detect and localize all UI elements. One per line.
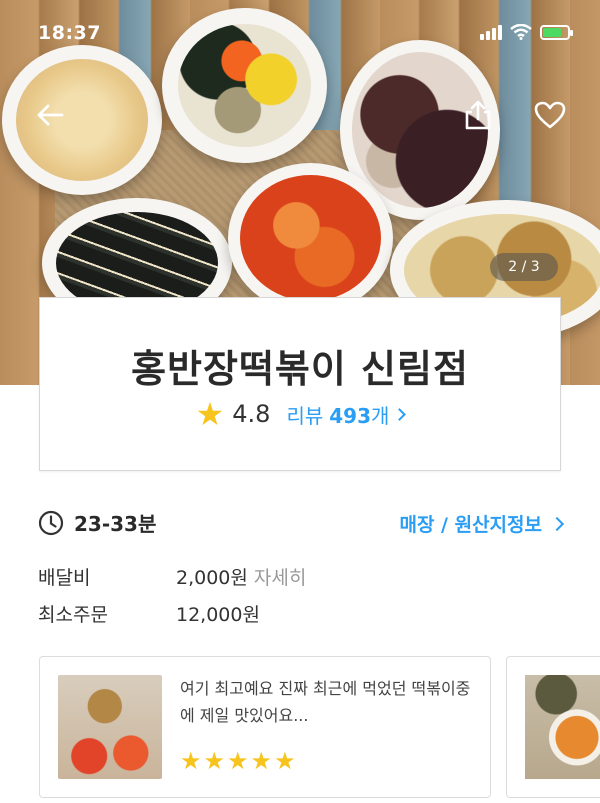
star-icon: ★ [180, 747, 202, 775]
star-icon: ★ [195, 395, 225, 433]
min-order-value: 12,000원 [176, 604, 260, 626]
tteokbokki-dish [228, 163, 393, 313]
star-icon: ★ [203, 747, 226, 775]
status-icons [480, 24, 573, 40]
photo-page-indicator: 2 / 3 [490, 253, 558, 281]
chevron-right-icon [549, 516, 565, 531]
wifi-icon [510, 24, 532, 40]
delivery-time-row: 23-33분 [38, 508, 156, 537]
back-button[interactable] [30, 95, 70, 135]
favorite-button[interactable] [530, 95, 570, 135]
delivery-fee-label: 배달비 [38, 567, 91, 589]
status-time: 18:37 [38, 22, 101, 44]
rice-bowl-dish [162, 8, 327, 163]
store-name: 홍반장떡볶이 신림점 [131, 347, 469, 391]
review-suffix: 개 [371, 403, 390, 428]
review-link[interactable]: 리뷰 493개 [286, 400, 407, 429]
origin-link-label: 매장 / 원산지정보 [399, 514, 542, 536]
review-photo [525, 675, 600, 779]
back-arrow-icon [37, 104, 64, 126]
review-count: 493 [329, 403, 371, 428]
review-prefix: 리뷰 [286, 403, 324, 428]
review-text: 여기 최고예요 진짜 최근에 먹었던 떡볶이중에 제일 맛있어요... [180, 679, 471, 725]
rating-row: ★ 4.8 리뷰 493개 [40, 398, 560, 430]
review-stars: ★ ★ ★ ★ ★ [180, 747, 296, 775]
delivery-fee-detail-link[interactable]: 자세히 [254, 563, 306, 590]
min-order-label: 최소주문 [38, 604, 108, 626]
share-button[interactable] [458, 95, 498, 135]
chevron-right-icon [393, 407, 407, 421]
store-title-card: 홍반장떡볶이 신림점 ★ 4.8 리뷰 493개 [39, 297, 561, 471]
store-origin-info-link[interactable]: 매장 / 원산지정보 [399, 510, 565, 537]
signal-icon [480, 24, 502, 40]
star-icon: ★ [250, 747, 273, 775]
review-card[interactable] [506, 656, 600, 798]
review-photo [58, 675, 162, 779]
min-order-row: 최소주문 12,000원 [38, 600, 260, 627]
delivery-fee-value: 2,000원 [176, 567, 248, 589]
star-icon: ★ [274, 747, 296, 775]
heart-icon [534, 101, 566, 129]
clock-icon [38, 510, 64, 535]
soup-dish [2, 45, 162, 195]
star-icon: ★ [227, 747, 249, 775]
share-icon [465, 100, 491, 130]
delivery-time: 23-33분 [74, 512, 157, 536]
battery-icon [540, 24, 573, 40]
review-card[interactable]: 여기 최고예요 진짜 최근에 먹었던 떡볶이중에 제일 맛있어요... ★ ★ … [39, 656, 491, 798]
rating-value: 4.8 [232, 400, 271, 428]
delivery-fee-row: 배달비 2,000원 자세히 [38, 563, 306, 590]
